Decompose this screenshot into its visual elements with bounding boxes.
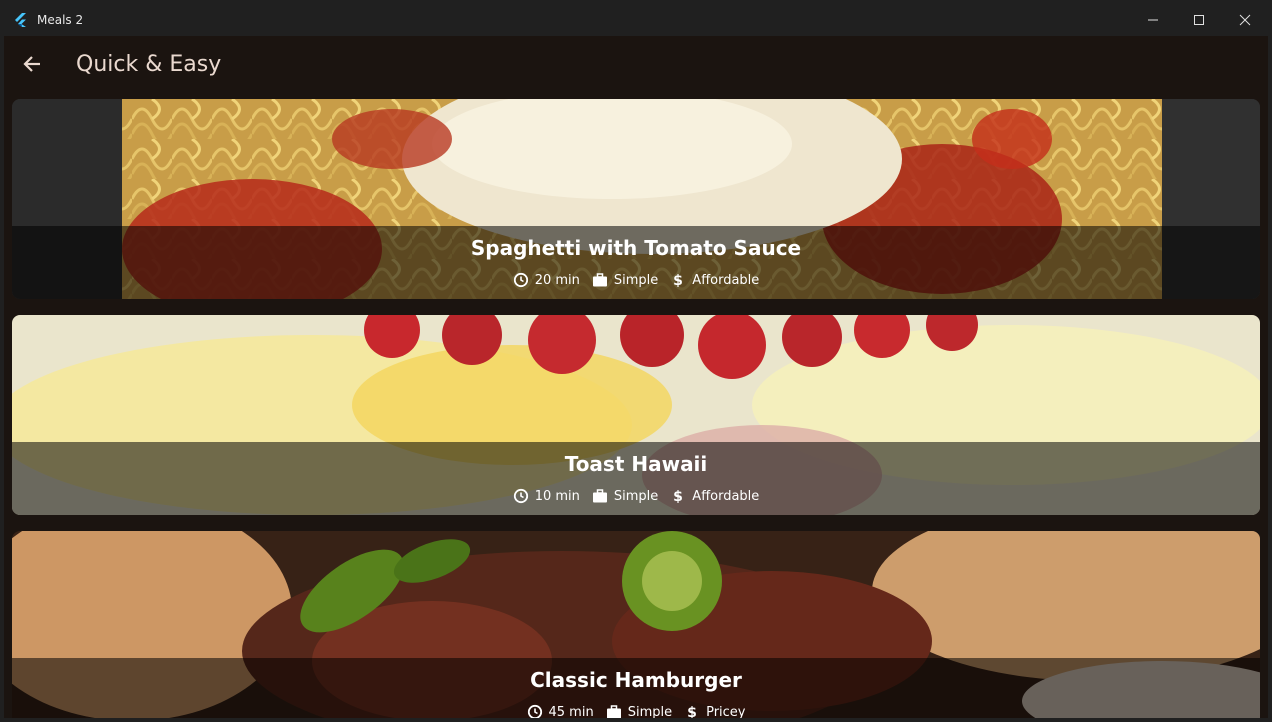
window-title: Meals 2 bbox=[37, 13, 84, 27]
affordability-trait: $ Pricey bbox=[684, 704, 746, 719]
affordability-text: Pricey bbox=[706, 704, 746, 719]
meal-info-overlay: Toast Hawaii 10 min Simple $ Affordable bbox=[12, 442, 1260, 515]
affordability-text: Affordable bbox=[692, 272, 760, 288]
flutter-logo-icon bbox=[15, 13, 26, 27]
duration-trait: 10 min bbox=[513, 488, 580, 504]
duration-text: 45 min bbox=[548, 704, 594, 719]
close-icon bbox=[1239, 14, 1251, 26]
complexity-text: Simple bbox=[613, 272, 659, 288]
meal-title: Classic Hamburger bbox=[530, 668, 742, 692]
meal-info-overlay: Spaghetti with Tomato Sauce 20 min Simpl… bbox=[12, 226, 1260, 299]
clock-icon bbox=[513, 272, 528, 288]
clock-icon bbox=[527, 704, 542, 718]
clock-icon bbox=[513, 488, 528, 504]
meal-card[interactable]: Classic Hamburger 45 min Simple $ Pricey bbox=[12, 531, 1260, 718]
back-button[interactable] bbox=[8, 40, 56, 88]
duration-trait: 45 min bbox=[527, 704, 594, 718]
affordability-text: Affordable bbox=[692, 488, 760, 504]
meal-card[interactable]: Spaghetti with Tomato Sauce 20 min Simpl… bbox=[12, 99, 1260, 299]
window-titlebar[interactable]: Meals 2 bbox=[4, 4, 1268, 36]
briefcase-icon bbox=[592, 489, 607, 503]
meal-title: Toast Hawaii bbox=[564, 452, 708, 476]
dollar-icon: $ bbox=[673, 489, 683, 504]
dollar-icon: $ bbox=[687, 705, 697, 718]
window-controls bbox=[1130, 4, 1268, 36]
briefcase-icon bbox=[606, 705, 621, 718]
meals-list[interactable]: Spaghetti with Tomato Sauce 20 min Simpl… bbox=[12, 99, 1260, 718]
close-window-button[interactable] bbox=[1222, 4, 1268, 36]
meal-card[interactable]: Toast Hawaii 10 min Simple $ Affordable bbox=[12, 315, 1260, 515]
duration-trait: 20 min bbox=[513, 272, 580, 288]
minimize-icon bbox=[1148, 19, 1158, 21]
meal-info-overlay: Classic Hamburger 45 min Simple $ Pricey bbox=[12, 658, 1260, 718]
meal-meta: 45 min Simple $ Pricey bbox=[521, 703, 752, 718]
complexity-trait: Simple bbox=[592, 488, 658, 504]
duration-text: 20 min bbox=[534, 272, 580, 288]
arrow-left-icon bbox=[23, 56, 40, 72]
svg-text:$: $ bbox=[687, 705, 697, 718]
svg-text:$: $ bbox=[673, 489, 683, 504]
maximize-button[interactable] bbox=[1176, 4, 1222, 36]
complexity-trait: Simple bbox=[606, 704, 672, 718]
affordability-trait: $ Affordable bbox=[670, 488, 760, 505]
complexity-text: Simple bbox=[627, 704, 673, 719]
meal-title: Spaghetti with Tomato Sauce bbox=[470, 236, 802, 260]
minimize-button[interactable] bbox=[1130, 4, 1176, 36]
svg-text:$: $ bbox=[673, 273, 683, 288]
complexity-trait: Simple bbox=[592, 272, 658, 288]
duration-text: 10 min bbox=[534, 488, 580, 504]
briefcase-icon bbox=[592, 273, 607, 287]
maximize-icon bbox=[1194, 15, 1204, 25]
meal-meta: 10 min Simple $ Affordable bbox=[507, 487, 766, 505]
page-title: Quick & Easy bbox=[76, 51, 222, 77]
app-bar: Quick & Easy bbox=[4, 36, 1268, 92]
meal-meta: 20 min Simple $ Affordable bbox=[507, 271, 766, 289]
dollar-icon: $ bbox=[673, 273, 683, 288]
complexity-text: Simple bbox=[613, 488, 659, 504]
app-window: Meals 2 Quick & Easy Spaghetti with Toma… bbox=[4, 4, 1268, 718]
affordability-trait: $ Affordable bbox=[670, 272, 760, 289]
